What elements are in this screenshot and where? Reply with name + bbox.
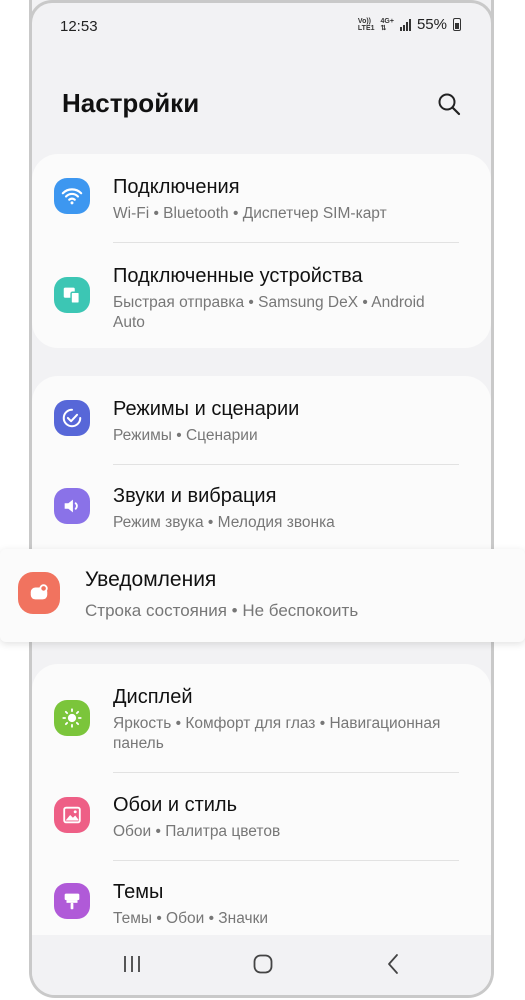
item-title: Уведомления xyxy=(85,568,217,591)
data-arrows-icon: ⇅ xyxy=(380,24,387,32)
brightness-icon xyxy=(54,700,90,736)
battery-icon xyxy=(453,18,461,31)
status-time: 12:53 xyxy=(60,18,98,35)
item-subtitle: Обои • Палитра цветов xyxy=(113,823,281,840)
navigation-bar xyxy=(32,935,491,995)
back-icon xyxy=(388,954,398,974)
recent-apps-icon xyxy=(124,956,140,972)
lte-label: LTE1 xyxy=(357,24,375,32)
page-title: Настройки xyxy=(62,88,200,118)
item-subtitle: Wi-Fi • Bluetooth • Диспетчер SIM-карт xyxy=(113,205,387,222)
settings-group-display: Дисплей Яркость • Комфорт для глаз • Нав… xyxy=(32,664,491,964)
item-title: Подключенные устройства xyxy=(113,265,363,287)
devices-icon xyxy=(54,277,90,313)
recent-apps-button[interactable] xyxy=(117,949,147,979)
wifi-icon xyxy=(54,178,90,214)
themes-icon xyxy=(54,883,90,919)
search-button[interactable] xyxy=(437,92,461,116)
status-indicators: Vo)) LTE1 4G+ ⇅ 55% xyxy=(358,16,461,33)
settings-item-wallpaper[interactable]: Обои и стиль Обои • Палитра цветов xyxy=(32,773,491,860)
sound-icon xyxy=(54,488,90,524)
item-title: Обои и стиль xyxy=(113,794,238,816)
item-subtitle: Строка состояния • Не беспокоить xyxy=(85,601,359,620)
search-icon xyxy=(438,93,461,116)
item-subtitle: Режимы • Сценарии xyxy=(113,427,258,444)
item-title: Подключения xyxy=(113,176,240,198)
item-subtitle: Яркость • Комфорт для глаз • Навигационн… xyxy=(113,715,441,752)
item-subtitle: Режим звука • Мелодия звонка xyxy=(113,514,335,531)
settings-group-connections: Подключения Wi-Fi • Bluetooth • Диспетче… xyxy=(32,154,491,348)
settings-item-modes[interactable]: Режимы и сценарии Режимы • Сценарии xyxy=(32,376,491,464)
home-icon xyxy=(253,954,273,974)
settings-item-connections[interactable]: Подключения Wi-Fi • Bluetooth • Диспетче… xyxy=(32,154,491,242)
phone-frame: 12:53 Vo)) LTE1 4G+ ⇅ 55% Настройки Подк… xyxy=(29,0,494,998)
battery-level: 55% xyxy=(416,16,447,33)
item-title: Темы xyxy=(113,881,164,903)
settings-item-sounds[interactable]: Звуки и вибрация Режим звука • Мелодия з… xyxy=(32,465,491,553)
status-bar: 12:53 Vo)) LTE1 4G+ ⇅ 55% xyxy=(60,16,461,38)
network-gen-label: 4G+ xyxy=(380,17,394,25)
home-button[interactable] xyxy=(248,949,278,979)
network-type-indicator: 4G+ ⇅ xyxy=(381,18,394,32)
item-title: Режимы и сценарии xyxy=(113,398,300,420)
volte-indicator: Vo)) LTE1 xyxy=(358,18,375,32)
back-button[interactable] xyxy=(379,949,409,979)
settings-item-notifications[interactable]: Уведомления Строка состояния • Не беспок… xyxy=(0,549,525,642)
item-title: Дисплей xyxy=(113,686,193,708)
item-subtitle: Темы • Обои • Значки xyxy=(113,910,269,927)
settings-item-connected-devices[interactable]: Подключенные устройства Быстрая отправка… xyxy=(32,243,491,348)
item-title: Звуки и вибрация xyxy=(113,485,277,507)
wallpaper-icon xyxy=(54,797,90,833)
modes-icon xyxy=(54,400,90,436)
notifications-icon xyxy=(18,572,60,614)
volte-label: Vo)) xyxy=(357,17,372,25)
settings-item-display[interactable]: Дисплей Яркость • Комфорт для глаз • Нав… xyxy=(32,664,491,772)
signal-icon xyxy=(399,18,411,31)
settings-group-modes-sounds: Режимы и сценарии Режимы • Сценарии Звук… xyxy=(32,376,491,576)
item-subtitle: Быстрая отправка • Samsung DeX • Android… xyxy=(113,294,425,331)
